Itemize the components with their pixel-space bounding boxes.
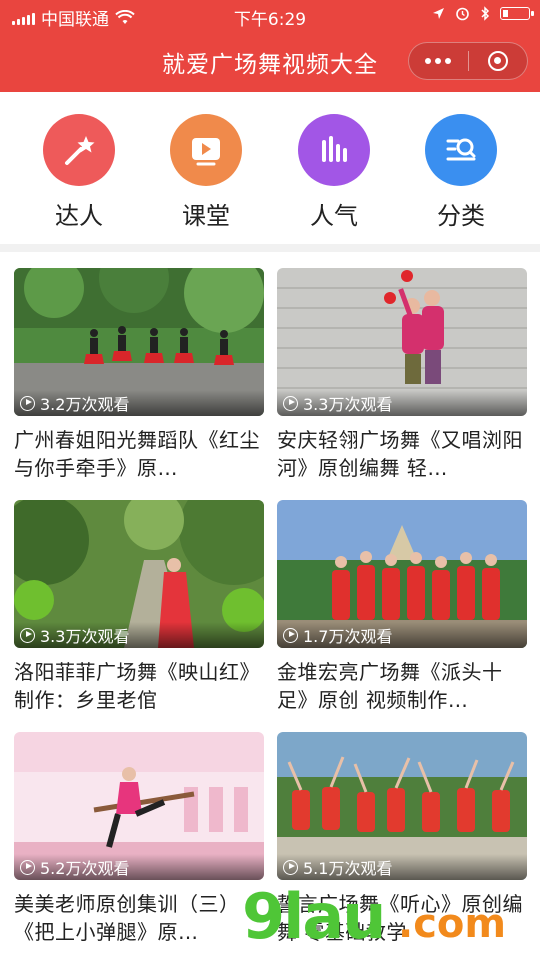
view-count: 5.1万次观看 bbox=[277, 854, 527, 880]
view-count: 3.3万次观看 bbox=[14, 622, 264, 648]
video-title[interactable]: 洛阳菲菲广场舞《映山红》制作：乡里老倌 bbox=[14, 658, 264, 714]
category-renqi[interactable]: 人气 bbox=[274, 114, 394, 231]
video-card[interactable]: 3.2万次观看 广州春姐阳光舞蹈队《红尘与你手牵手》原… bbox=[14, 268, 264, 482]
category-fenlei[interactable]: 分类 bbox=[401, 114, 521, 231]
video-card[interactable]: 1.7万次观看 金堆宏亮广场舞《派头十足》原创 视频制作… bbox=[277, 500, 527, 714]
watermark-suffix: .com bbox=[398, 901, 507, 947]
more-button[interactable] bbox=[409, 43, 468, 79]
video-card[interactable]: 3.3万次观看 洛阳菲菲广场舞《映山红》制作：乡里老倌 bbox=[14, 500, 264, 714]
more-dots-icon bbox=[425, 58, 452, 64]
video-card[interactable]: 3.3万次观看 安庆轻翎广场舞《又唱浏阳河》原创编舞 轻… bbox=[277, 268, 527, 482]
bars-icon bbox=[298, 114, 370, 186]
location-icon bbox=[433, 8, 444, 19]
bluetooth-icon bbox=[481, 6, 490, 21]
status-bar: 中国联通 下午6:29 bbox=[0, 0, 540, 30]
watermark-brand: 9lau bbox=[242, 880, 386, 953]
magic-wand-icon bbox=[43, 114, 115, 186]
alarm-icon bbox=[456, 7, 469, 21]
battery-icon bbox=[500, 7, 534, 20]
view-count-label: 3.2万次观看 bbox=[40, 395, 130, 414]
nav-bar: 就爱广场舞视频大全 bbox=[0, 30, 540, 92]
view-count: 1.7万次观看 bbox=[277, 622, 527, 648]
view-count-label: 3.3万次观看 bbox=[303, 395, 393, 414]
status-right bbox=[432, 6, 534, 21]
miniapp-capsule bbox=[408, 42, 528, 80]
play-icon bbox=[20, 627, 35, 643]
view-count-label: 5.2万次观看 bbox=[40, 859, 130, 878]
play-icon bbox=[283, 395, 298, 411]
video-thumbnail[interactable]: 5.1万次观看 bbox=[277, 732, 527, 880]
video-thumbnail[interactable]: 3.2万次观看 bbox=[14, 268, 264, 416]
search-list-icon bbox=[425, 114, 497, 186]
category-label: 达人 bbox=[55, 202, 103, 230]
category-daren[interactable]: 达人 bbox=[19, 114, 139, 231]
view-count-label: 3.3万次观看 bbox=[40, 627, 130, 646]
play-icon bbox=[283, 859, 298, 875]
play-icon bbox=[20, 859, 35, 875]
video-thumbnail[interactable]: 3.3万次观看 bbox=[277, 268, 527, 416]
category-label: 分类 bbox=[437, 202, 485, 230]
category-label: 课堂 bbox=[182, 202, 230, 230]
category-label: 人气 bbox=[310, 202, 358, 230]
view-count: 3.2万次观看 bbox=[14, 390, 264, 416]
play-icon bbox=[20, 395, 35, 411]
video-title[interactable]: 美美老师原创集训（三）《把上小弹腿》原… bbox=[14, 890, 264, 946]
category-bar: 达人 课堂 人气 分类 bbox=[0, 92, 540, 244]
play-icon bbox=[283, 627, 298, 643]
view-count: 5.2万次观看 bbox=[14, 854, 264, 880]
close-miniapp-button[interactable] bbox=[469, 43, 528, 79]
video-thumbnail[interactable]: 1.7万次观看 bbox=[277, 500, 527, 648]
video-title[interactable]: 金堆宏亮广场舞《派头十足》原创 视频制作… bbox=[277, 658, 527, 714]
view-count: 3.3万次观看 bbox=[277, 390, 527, 416]
video-card[interactable]: 5.2万次观看 美美老师原创集训（三）《把上小弹腿》原… bbox=[14, 732, 264, 946]
site-watermark-logo: 9lau .com bbox=[238, 882, 538, 958]
video-class-icon bbox=[170, 114, 242, 186]
video-thumbnail[interactable]: 3.3万次观看 bbox=[14, 500, 264, 648]
video-title[interactable]: 广州春姐阳光舞蹈队《红尘与你手牵手》原… bbox=[14, 426, 264, 482]
view-count-label: 1.7万次观看 bbox=[303, 627, 393, 646]
section-divider bbox=[0, 244, 540, 252]
video-thumbnail[interactable]: 5.2万次观看 bbox=[14, 732, 264, 880]
view-count-label: 5.1万次观看 bbox=[303, 859, 393, 878]
video-title[interactable]: 安庆轻翎广场舞《又唱浏阳河》原创编舞 轻… bbox=[277, 426, 527, 482]
close-target-icon bbox=[487, 51, 508, 71]
category-ketang[interactable]: 课堂 bbox=[146, 114, 266, 231]
